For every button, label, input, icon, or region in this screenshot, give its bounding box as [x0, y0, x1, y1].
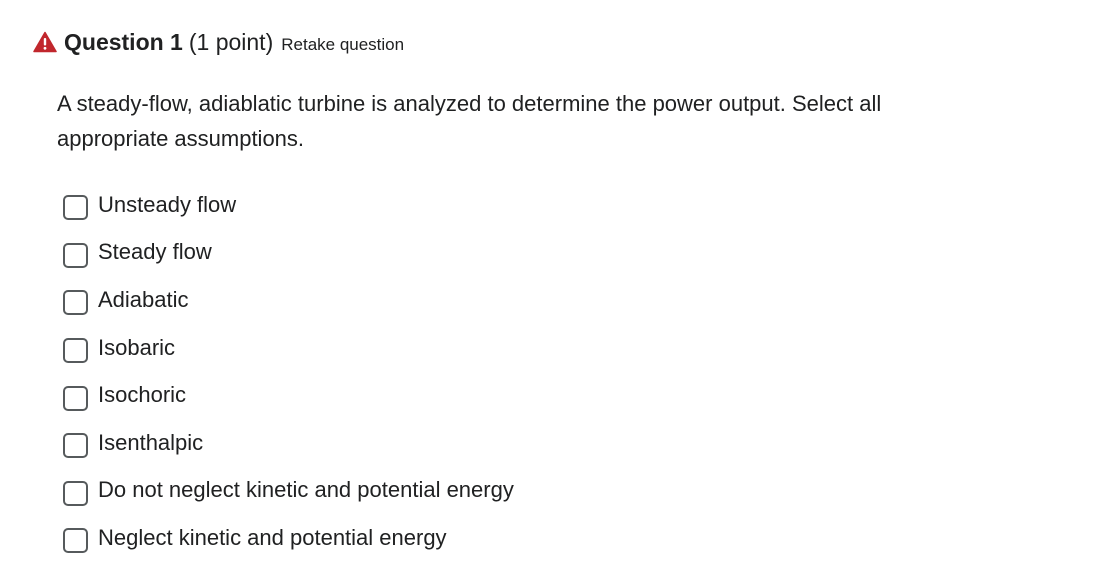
option-checkbox[interactable] [63, 528, 88, 554]
option-checkbox[interactable] [63, 385, 88, 411]
option-checkbox[interactable] [63, 433, 88, 459]
option-adiabatic[interactable]: Adiabatic [63, 276, 514, 324]
option-neglect-ke-pe[interactable]: Neglect kinetic and potential energy [63, 514, 514, 562]
option-label: Adiabatic [98, 286, 189, 312]
answer-options: Unsteady flow Steady flow Adiabatic Isob… [63, 181, 514, 562]
option-checkbox[interactable] [63, 338, 88, 364]
option-label: Isochoric [98, 382, 187, 408]
option-steady-flow[interactable]: Steady flow [63, 229, 514, 277]
option-isochoric[interactable]: Isochoric [63, 371, 514, 419]
option-isobaric[interactable]: Isobaric [63, 324, 514, 372]
option-label: Unsteady flow [98, 191, 237, 217]
option-do-not-neglect-ke-pe[interactable]: Do not neglect kinetic and potential ene… [63, 467, 514, 515]
option-isenthalpic[interactable]: Isenthalpic [63, 419, 514, 467]
option-checkbox[interactable] [63, 480, 88, 506]
option-label: Neglect kinetic and potential energy [98, 524, 447, 550]
option-label: Do not neglect kinetic and potential ene… [98, 477, 514, 503]
option-label: Isenthalpic [98, 429, 204, 455]
question-title: Question 1 [64, 29, 183, 55]
option-label: Steady flow [98, 239, 212, 265]
question-points: (1 point) [188, 29, 274, 55]
option-checkbox[interactable] [63, 242, 88, 268]
question-header: Question 1 (1 point) Retake question [33, 28, 404, 56]
question-prompt: A steady-flow, adiablatic turbine is ana… [57, 91, 882, 151]
warning-icon [33, 31, 57, 53]
option-checkbox[interactable] [63, 290, 88, 316]
option-unsteady-flow[interactable]: Unsteady flow [63, 181, 514, 229]
option-checkbox[interactable] [63, 195, 88, 221]
option-label: Isobaric [98, 334, 176, 360]
retake-question-link[interactable]: Retake question [281, 35, 404, 55]
